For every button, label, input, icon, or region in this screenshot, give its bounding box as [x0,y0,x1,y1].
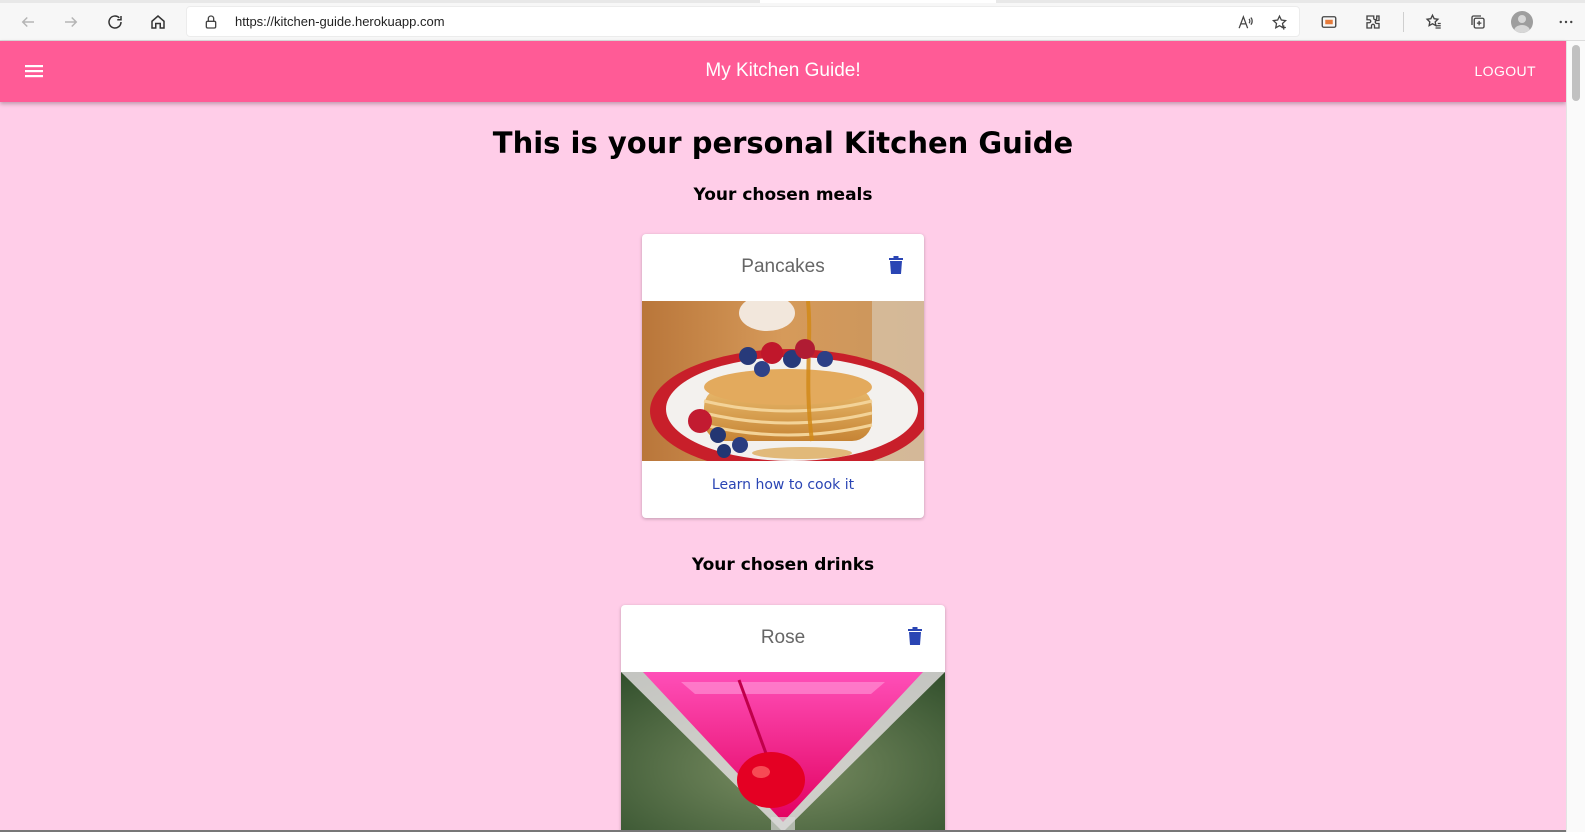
meal-card: Pancakes Learn how to cook it [642,234,924,518]
drink-card-title: Rose [760,627,806,648]
split-screen-icon[interactable] [1315,8,1343,36]
profile-avatar[interactable] [1508,8,1536,36]
collections-icon[interactable] [1464,8,1492,36]
drinks-heading: Your chosen drinks [691,555,875,575]
home-icon[interactable] [144,8,172,36]
browser-toolbar: https://kitchen-guide.herokuapp.com [0,0,1585,41]
meal-card-title: Pancakes [741,256,825,277]
address-bar[interactable]: https://kitchen-guide.herokuapp.com [186,6,1300,37]
logout-button[interactable]: LOGOUT [1474,63,1536,79]
app-title: My Kitchen Guide! [705,60,861,81]
pancakes-image [642,301,924,461]
add-favorite-icon[interactable] [1269,12,1289,32]
trash-icon[interactable] [905,625,925,647]
active-tab-indicator [760,0,996,3]
learn-how-to-cook-link[interactable]: Learn how to cook it [642,477,924,493]
app-bar: My Kitchen Guide! LOGOUT [0,41,1566,102]
more-options-icon[interactable] [1552,8,1580,36]
rose-drink-image [621,672,945,832]
drink-card: Rose [621,605,945,832]
tab-strip [0,0,1585,3]
page-scrollbar[interactable] [1566,41,1585,832]
scrollbar-thumb[interactable] [1572,45,1580,101]
back-icon[interactable] [14,8,42,36]
url-text[interactable]: https://kitchen-guide.herokuapp.com [235,14,445,29]
trash-icon[interactable] [886,254,906,276]
toolbar-separator [1403,12,1404,32]
forward-icon[interactable] [57,8,85,36]
page-heading: This is your personal Kitchen Guide [492,126,1074,160]
favorites-icon[interactable] [1420,8,1448,36]
meals-heading: Your chosen meals [693,185,873,205]
refresh-icon[interactable] [101,8,129,36]
extensions-icon[interactable] [1359,8,1387,36]
lock-icon[interactable] [203,14,219,30]
read-aloud-icon[interactable] [1235,12,1255,32]
